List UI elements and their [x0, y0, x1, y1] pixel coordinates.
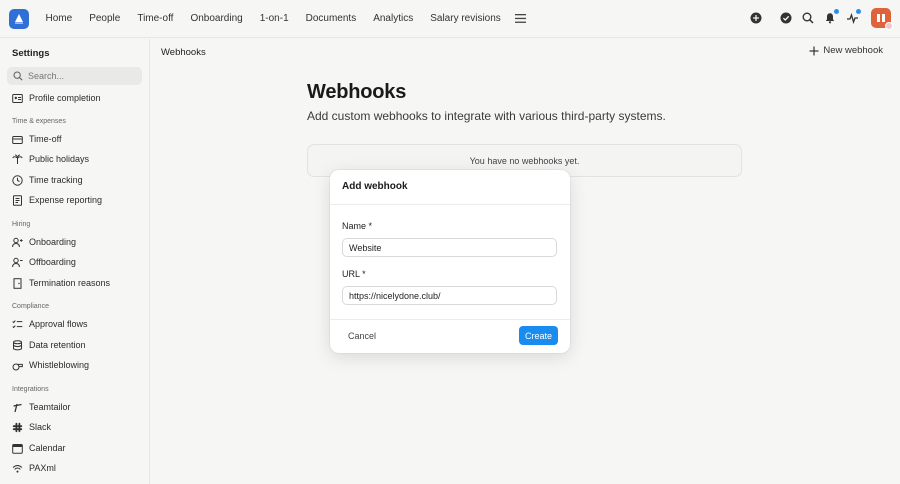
empty-state-text: You have no webhooks yet.	[469, 155, 580, 166]
nav-documents[interactable]: Documents	[297, 13, 365, 24]
url-label: URL *	[342, 269, 366, 279]
plus-icon	[809, 46, 819, 55]
sidebar-group-integrations: Integrations	[12, 386, 49, 393]
create-button[interactable]: Create	[519, 326, 558, 345]
url-input[interactable]: https://nicelydone.club/	[342, 286, 557, 305]
sidebar-search[interactable]: Search...	[7, 67, 142, 85]
sidebar-item-slack[interactable]: Slack	[12, 419, 51, 435]
hamburger-icon[interactable]	[513, 12, 527, 26]
nav-analytics[interactable]: Analytics	[365, 13, 422, 24]
add-webhook-dialog: Add webhook Name * Website URL * https:/…	[330, 170, 570, 353]
activity-dot	[856, 9, 861, 14]
plus-circle-icon[interactable]	[749, 11, 763, 25]
cancel-button[interactable]: Cancel	[348, 331, 376, 341]
top-right-actions	[749, 8, 893, 30]
wifi-icon	[12, 463, 23, 474]
profile-card-icon	[12, 93, 23, 104]
page-subtitle: Add custom webhooks to integrate with va…	[307, 109, 666, 123]
sidebar-item-data-retention[interactable]: Data retention	[12, 337, 86, 353]
sidebar-item-teamtailor[interactable]: Teamtailor	[12, 399, 71, 415]
main-nav: Home People Time-off Onboarding 1-on-1 D…	[37, 12, 527, 26]
sidebar-item-termination-reasons[interactable]: Termination reasons	[12, 275, 110, 291]
sidebar-group-compliance: Compliance	[12, 303, 49, 310]
nav-people[interactable]: People	[81, 13, 129, 24]
sidebar-group-hiring: Hiring	[12, 221, 31, 228]
slack-icon	[12, 422, 23, 433]
suitcase-icon	[12, 134, 23, 145]
sidebar-item-approval-flows[interactable]: Approval flows	[12, 316, 88, 332]
sidebar-item-time-tracking[interactable]: Time tracking	[12, 172, 83, 188]
notification-dot	[834, 9, 839, 14]
dialog-divider	[330, 204, 570, 205]
user-minus-icon	[12, 257, 23, 268]
sidebar-item-expense-reporting[interactable]: Expense reporting	[12, 192, 102, 208]
sidebar-item-offboarding[interactable]: Offboarding	[12, 254, 76, 270]
user-avatar[interactable]	[871, 8, 893, 30]
name-label: Name *	[342, 221, 373, 231]
avatar-status-badge	[885, 22, 893, 30]
nav-one-on-one[interactable]: 1-on-1	[251, 13, 297, 24]
dialog-title: Add webhook	[342, 181, 408, 192]
database-icon	[12, 339, 23, 351]
checklist-icon	[12, 319, 23, 330]
nav-onboarding[interactable]: Onboarding	[182, 13, 251, 24]
new-webhook-label: New webhook	[823, 45, 883, 56]
activity-icon[interactable]	[845, 9, 861, 25]
app-logo-icon[interactable]	[9, 8, 29, 29]
receipt-icon	[12, 194, 23, 206]
sidebar-group-time-expenses: Time & expenses	[12, 118, 66, 125]
door-icon	[12, 277, 23, 289]
settings-sidebar: Settings Search... Profile completion Ti…	[0, 39, 150, 484]
check-circle-icon[interactable]	[779, 11, 793, 25]
search-placeholder: Search...	[28, 71, 65, 81]
calendar-icon	[12, 443, 23, 454]
top-nav-bar: Home People Time-off Onboarding 1-on-1 D…	[0, 0, 900, 38]
user-plus-icon	[12, 237, 23, 248]
nav-time-off[interactable]: Time-off	[129, 13, 182, 24]
nav-home[interactable]: Home	[37, 13, 81, 24]
teamtailor-icon	[12, 402, 23, 413]
dialog-footer-divider	[330, 319, 570, 320]
nav-salary-revisions[interactable]: Salary revisions	[422, 13, 510, 24]
sidebar-item-profile-completion[interactable]: Profile completion	[12, 90, 101, 106]
page-title: Webhooks	[307, 81, 407, 103]
sidebar-title: Settings	[12, 48, 50, 59]
bell-icon[interactable]	[823, 9, 839, 25]
sidebar-item-whistleblowing[interactable]: Whistleblowing	[12, 357, 89, 373]
breadcrumb: Webhooks	[161, 47, 206, 58]
sidebar-item-calendar[interactable]: Calendar	[12, 440, 66, 456]
sidebar-item-public-holidays[interactable]: Public holidays	[12, 151, 89, 167]
search-icon[interactable]	[801, 11, 815, 25]
whistle-icon	[12, 360, 23, 371]
palm-tree-icon	[12, 154, 23, 165]
search-icon	[13, 71, 23, 81]
sidebar-item-paxml[interactable]: PAXml	[12, 460, 56, 476]
sidebar-item-onboarding[interactable]: Onboarding	[12, 234, 76, 250]
name-input[interactable]: Website	[342, 238, 557, 257]
clock-icon	[12, 174, 23, 186]
sidebar-item-time-off[interactable]: Time-off	[12, 131, 62, 147]
new-webhook-button[interactable]: New webhook	[809, 45, 883, 56]
